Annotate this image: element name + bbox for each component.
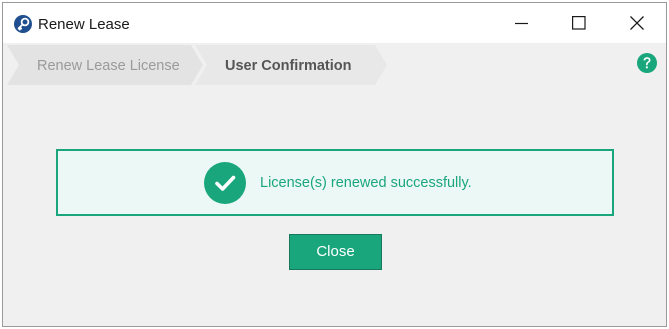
renew-lease-window: Renew Lease Renew Lease License User Con… — [2, 2, 667, 327]
step-renew-lease-license: Renew Lease License — [37, 58, 180, 74]
wizard-steps: Renew Lease License User Confirmation — [3, 43, 666, 87]
question-icon[interactable] — [637, 53, 657, 73]
maximize-button[interactable] — [554, 3, 606, 43]
close-button[interactable]: Close — [289, 234, 382, 270]
minimize-button[interactable] — [497, 3, 549, 43]
success-message-box: License(s) renewed successfully. — [56, 149, 614, 216]
content-area: License(s) renewed successfully. Close — [3, 87, 666, 326]
checkmark-icon — [204, 162, 246, 204]
title-bar[interactable]: Renew Lease — [3, 3, 666, 43]
minimize-icon — [515, 22, 528, 25]
success-message-text: License(s) renewed successfully. — [260, 175, 472, 191]
step-user-confirmation: User Confirmation — [225, 58, 352, 74]
close-window-button[interactable] — [612, 3, 664, 43]
maximize-icon — [572, 16, 586, 30]
close-icon — [630, 16, 644, 30]
key-icon — [14, 15, 32, 33]
window-title: Renew Lease — [38, 16, 130, 33]
